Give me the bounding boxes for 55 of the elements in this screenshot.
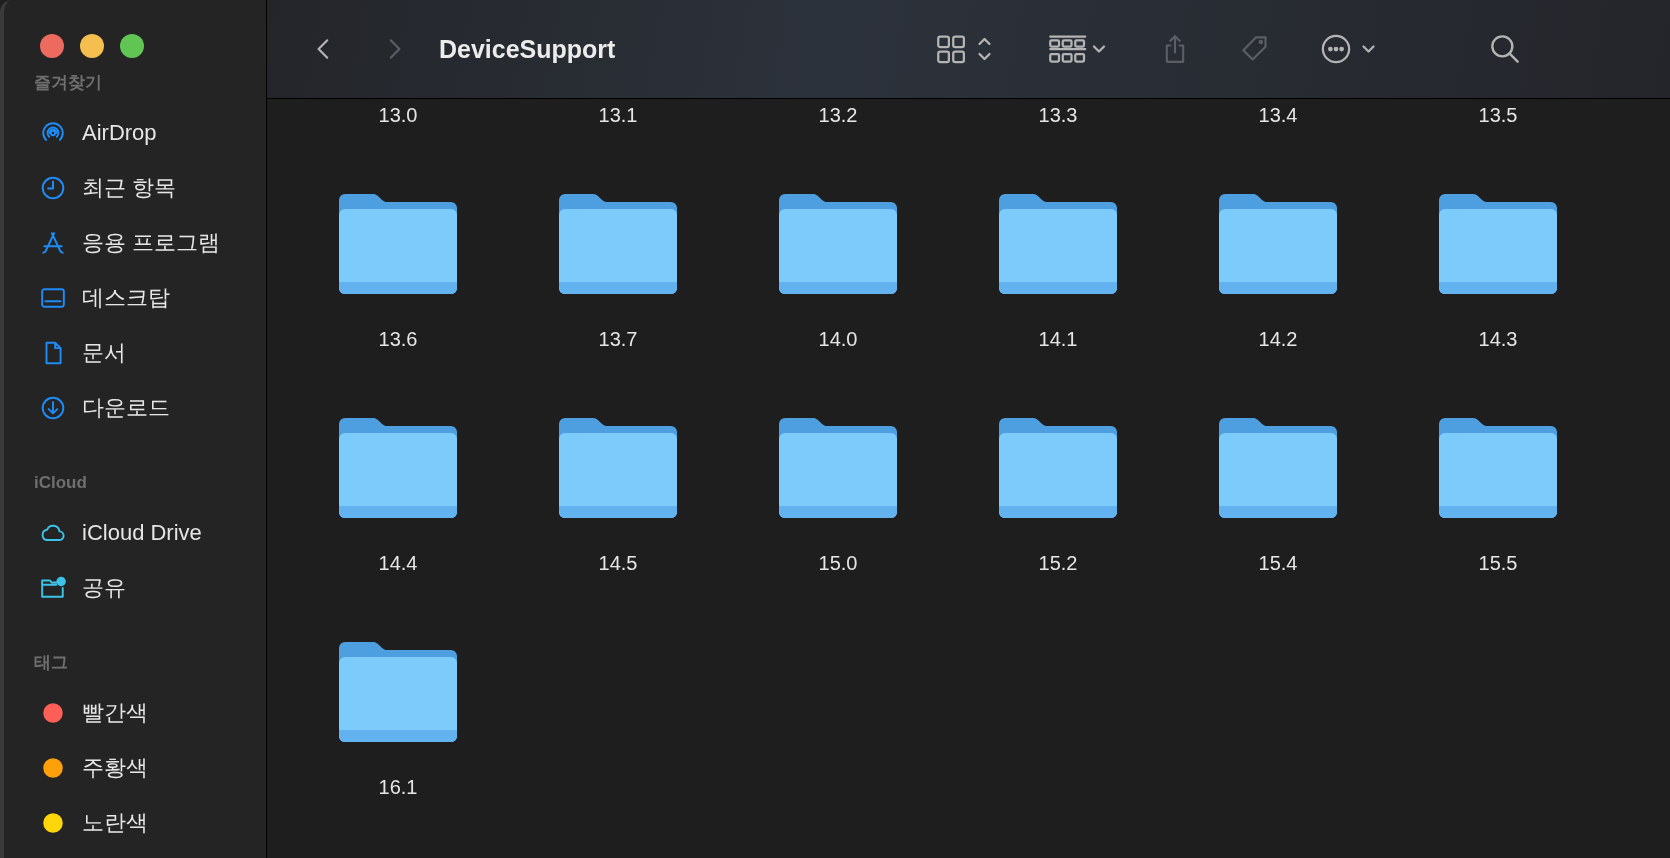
folder-name: 13.2 <box>818 104 858 126</box>
folder-name: 16.1 <box>378 776 418 798</box>
sidebar-section-title: iCloud <box>33 472 88 494</box>
folder-icon[interactable] <box>999 418 1117 518</box>
folder-name: 14.0 <box>818 328 858 350</box>
folder-name: 13.5 <box>1478 104 1518 126</box>
window-title: DeviceSupport <box>439 34 617 64</box>
folder-name: 13.7 <box>598 328 638 350</box>
zoom-button[interactable] <box>120 34 144 58</box>
folder-name: 13.6 <box>378 328 418 350</box>
folder-icon[interactable] <box>1439 418 1557 518</box>
close-button[interactable] <box>40 34 64 58</box>
folder-icon[interactable] <box>339 194 457 294</box>
folder-name: 13.1 <box>598 104 638 126</box>
folder-name: 15.2 <box>1038 552 1078 574</box>
clock-icon <box>40 174 66 201</box>
folder-name: 13.4 <box>1258 104 1298 126</box>
sidebar-item[interactable]: 공유 <box>4 560 266 615</box>
sidebar-item[interactable]: 최근 항목 <box>4 160 266 215</box>
sidebar-item[interactable]: 빨간색 <box>4 685 266 740</box>
sidebar-item[interactable]: 노란색 <box>4 795 266 850</box>
folder-name: 14.1 <box>1038 328 1078 350</box>
apps-icon <box>40 229 66 256</box>
sidebar-item[interactable]: 응용 프로그램 <box>4 215 266 270</box>
shared-folder-icon <box>40 574 66 601</box>
sidebar-item[interactable]: 문서 <box>4 325 266 380</box>
folder-icon[interactable] <box>779 418 897 518</box>
folder-name: 14.5 <box>598 552 638 574</box>
folder-icon[interactable] <box>999 194 1117 294</box>
folder-name: 14.3 <box>1478 328 1518 350</box>
sidebar-item[interactable]: 다운로드 <box>4 380 266 435</box>
folder-name: 15.5 <box>1478 552 1518 574</box>
folder-name: 15.0 <box>818 552 858 574</box>
folder-icon[interactable] <box>339 642 457 742</box>
folder-icon[interactable] <box>1439 194 1557 294</box>
sidebar-item[interactable]: iCloud Drive <box>4 505 266 560</box>
search-button[interactable] <box>1489 33 1521 65</box>
folder-icon[interactable] <box>1219 194 1337 294</box>
folder-icon[interactable] <box>559 194 677 294</box>
sidebar-item[interactable]: AirDrop <box>4 105 266 160</box>
folder-name: 15.4 <box>1258 552 1298 574</box>
folder-icon[interactable] <box>559 418 677 518</box>
minimize-button[interactable] <box>80 34 104 58</box>
folder-name: 13.0 <box>378 104 418 126</box>
folder-icon[interactable] <box>779 194 897 294</box>
folder-name: 14.4 <box>378 552 418 574</box>
folder-name: 13.3 <box>1038 104 1078 126</box>
sidebar-item[interactable]: 주황색 <box>4 740 266 795</box>
sidebar-item[interactable]: 데스크탑 <box>4 270 266 325</box>
folder-icon[interactable] <box>1219 418 1337 518</box>
sidebar-section-title: 즐겨찾기 <box>33 72 103 94</box>
folder-icon[interactable] <box>339 418 457 518</box>
sidebar-section-title: 태그 <box>33 652 69 674</box>
folder-name: 14.2 <box>1258 328 1298 350</box>
download-icon <box>40 394 66 421</box>
